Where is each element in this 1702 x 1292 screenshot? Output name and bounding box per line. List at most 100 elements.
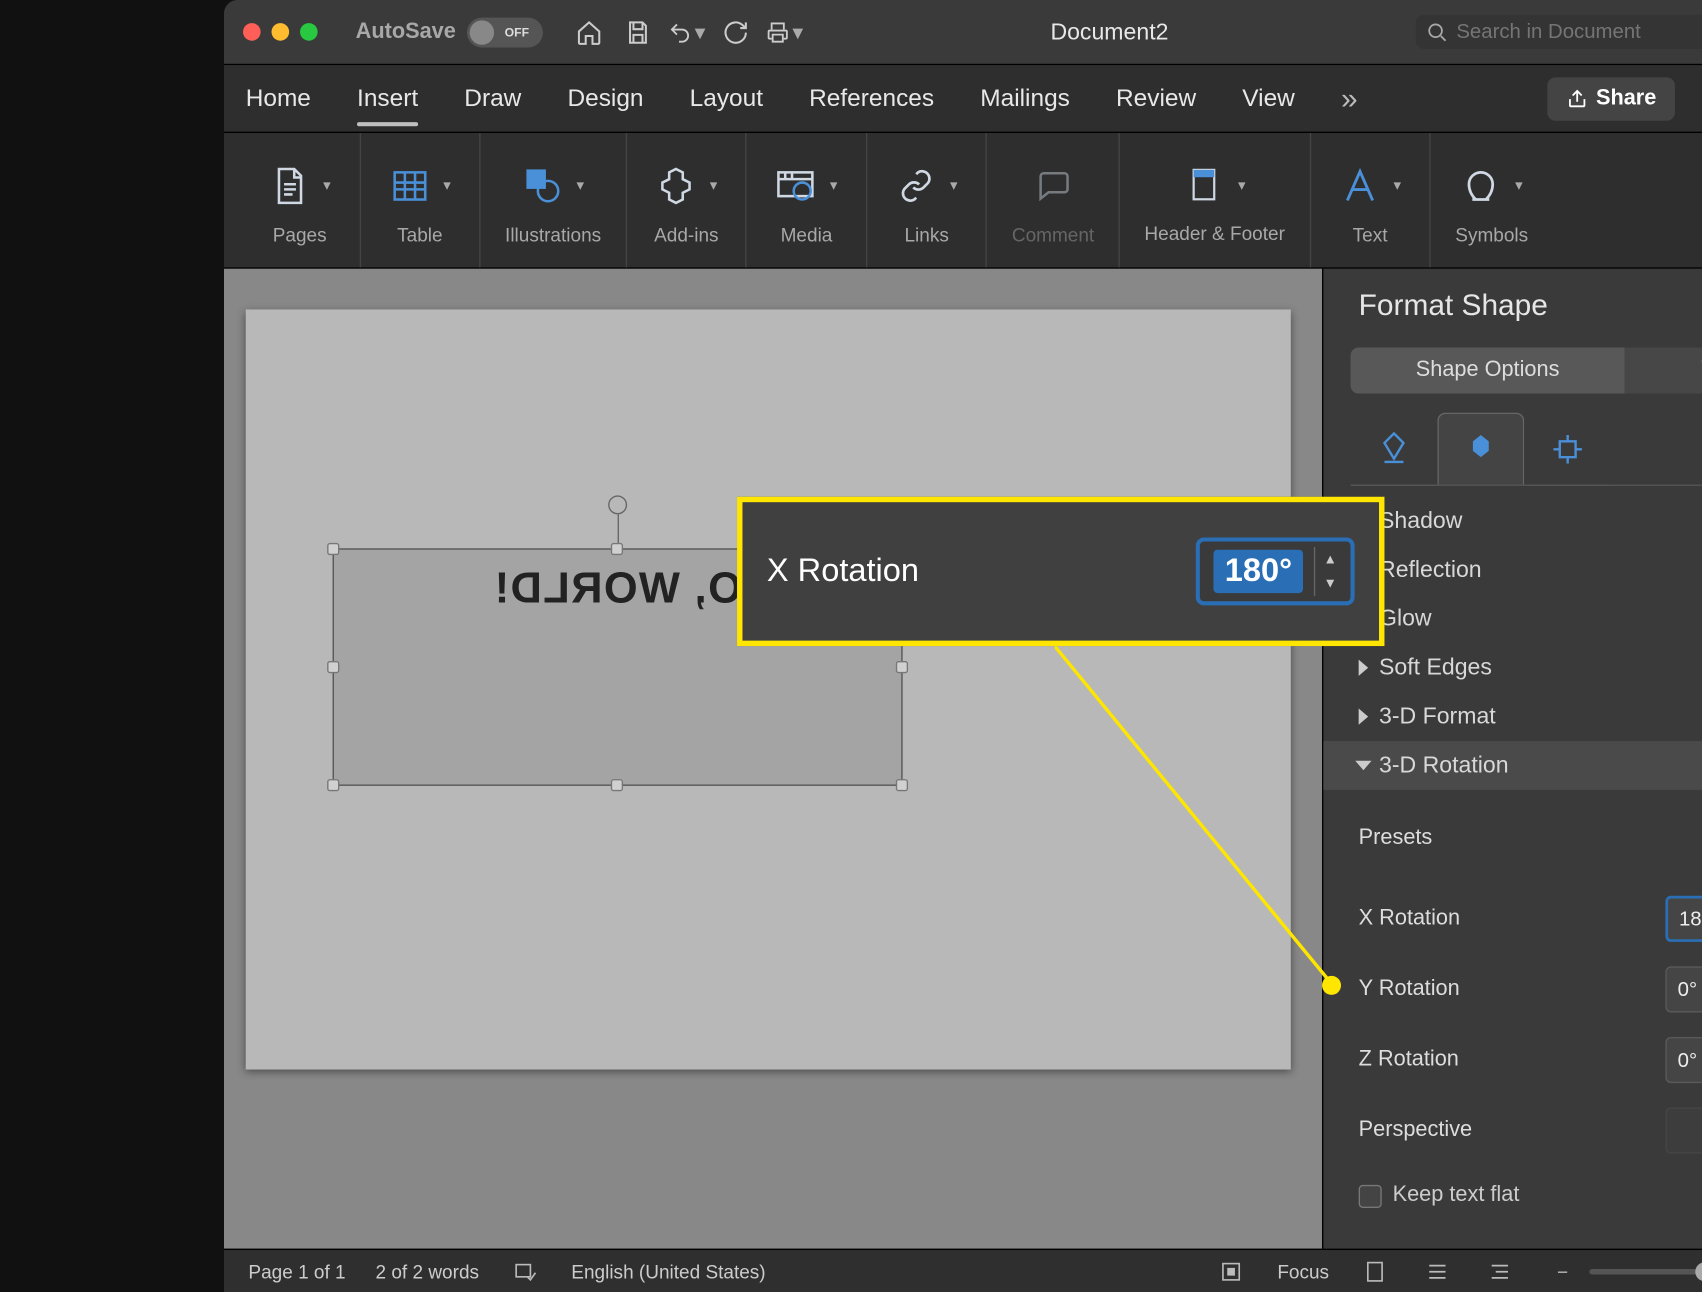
3d-rotation-body: Presets ▾ X Rotation ▲▼ ↺ ↻ [1323,790,1702,1235]
share-label: Share [1596,86,1656,110]
ribbon-group-addins[interactable]: ▾ Add-ins [627,133,747,267]
chevron-down-icon[interactable]: ▾ [319,176,335,194]
ribbon-group-illustrations[interactable]: ▾ Illustrations [481,133,627,267]
resize-handle[interactable] [611,543,623,555]
search-input[interactable] [1456,20,1702,43]
stepper-down-icon[interactable]: ▼ [1315,571,1345,595]
callout-x-rotation: X Rotation 180° ▲▼ [737,497,1384,646]
zoom-slider-track[interactable] [1590,1268,1702,1273]
presets-label: Presets [1359,827,1433,851]
focus-mode-icon[interactable] [1215,1255,1248,1288]
chevron-down-icon[interactable]: ▾ [826,176,842,194]
perspective-input: ▲▼ [1665,1108,1702,1154]
undo-icon[interactable]: ▾ [668,13,706,51]
section-3d-format[interactable]: 3-D Format [1323,692,1702,741]
perspective-row: Perspective ▲▼ ↑ ↓ [1359,1108,1702,1154]
ribbon-group-text[interactable]: ▾ Text [1311,133,1431,267]
section-3d-rotation[interactable]: 3-D Rotation [1323,741,1702,790]
tab-view[interactable]: View [1242,84,1295,113]
tab-home[interactable]: Home [246,84,311,113]
tab-references[interactable]: References [809,84,934,113]
autosave-control[interactable]: AutoSave OFF [356,17,543,47]
repeat-icon[interactable] [716,13,754,51]
tabs-overflow-icon[interactable]: » [1341,81,1358,116]
ribbon-group-media[interactable]: ▾ Media [747,133,867,267]
search-icon [1426,21,1448,43]
chevron-down-icon[interactable]: ▾ [946,176,962,194]
callout-label: X Rotation [767,552,1175,590]
tab-review[interactable]: Review [1116,84,1196,113]
ribbon: ▾ Pages ▾ Table ▾ Illustrations ▾ Add-in… [224,133,1702,269]
callout-endpoint-dot [1322,976,1341,995]
language-indicator[interactable]: English (United States) [571,1260,765,1282]
x-rotation-input[interactable]: ▲▼ [1665,896,1702,942]
shapes-icon [518,161,567,210]
layout-properties-tab[interactable] [1524,413,1611,486]
z-rotation-input[interactable]: ▲▼ [1665,1037,1702,1083]
chevron-down-icon[interactable]: ▾ [439,176,455,194]
home-icon[interactable] [570,13,608,51]
ribbon-group-symbols[interactable]: ▾ Symbols [1431,133,1553,267]
zoom-control[interactable]: − + [1546,1255,1702,1288]
ribbon-group-header-footer[interactable]: ▾ Header & Footer [1120,133,1311,267]
chevron-down-icon[interactable]: ▾ [1389,176,1405,194]
resize-handle[interactable] [327,660,339,672]
link-icon [892,161,941,210]
rotation-handle[interactable] [608,495,627,514]
section-soft-edges[interactable]: Soft Edges [1323,643,1702,692]
zoom-slider-thumb[interactable] [1696,1262,1702,1281]
panel-segment-control[interactable]: Shape Options Text Options [1351,347,1702,393]
text-icon [1335,161,1384,210]
y-rotation-row: Y Rotation ▲▼ ⤴ ⤵ [1359,966,1702,1012]
presets-row: Presets ▾ [1359,806,1702,871]
autosave-toggle[interactable]: OFF [467,17,543,47]
resize-handle[interactable] [896,660,908,672]
resize-handle[interactable] [896,779,908,791]
print-icon[interactable]: ▾ [765,13,803,51]
save-icon[interactable] [619,13,657,51]
page: O, WORLD! [246,309,1291,1069]
stepper-up-icon[interactable]: ▲ [1315,547,1345,571]
zoom-window[interactable] [300,23,318,41]
format-shape-panel: Format Shape ✕ Shape Options Text Option… [1322,269,1702,1249]
resize-handle[interactable] [327,779,339,791]
close-window[interactable] [243,23,261,41]
chevron-down-icon[interactable]: ▾ [706,176,722,194]
zoom-out-icon[interactable]: − [1546,1255,1579,1288]
ribbon-group-links[interactable]: ▾ Links [867,133,987,267]
keep-text-flat-label: Keep text flat [1393,1184,1520,1208]
shape-options-tab[interactable]: Shape Options [1351,347,1625,393]
view-web-layout-icon[interactable] [1484,1255,1517,1288]
resize-handle[interactable] [327,543,339,555]
page-indicator[interactable]: Page 1 of 1 [248,1260,345,1282]
share-button[interactable]: Share [1547,77,1675,120]
resize-handle[interactable] [611,779,623,791]
chevron-down-icon[interactable]: ▾ [1511,176,1527,194]
callout-spinner: 180° ▲▼ [1196,537,1354,605]
chevron-down-icon[interactable]: ▾ [1234,176,1250,194]
ribbon-group-table[interactable]: ▾ Table [360,133,480,267]
ribbon-tabs: Home Insert Draw Design Layout Reference… [224,65,1702,133]
effects-tab[interactable] [1437,413,1524,486]
tab-design[interactable]: Design [567,84,643,113]
spellcheck-icon[interactable] [509,1255,542,1288]
tab-draw[interactable]: Draw [464,84,521,113]
tab-insert[interactable]: Insert [357,84,418,113]
y-rotation-input[interactable]: ▲▼ [1665,966,1702,1012]
chevron-down-icon[interactable]: ▾ [572,176,588,194]
focus-label[interactable]: Focus [1277,1260,1329,1282]
minimize-window[interactable] [272,23,290,41]
ribbon-group-pages[interactable]: ▾ Pages [240,133,360,267]
checkbox-box[interactable] [1359,1184,1382,1207]
document-canvas[interactable]: O, WORLD! [224,269,1322,1249]
view-outline-icon[interactable] [1421,1255,1454,1288]
word-count[interactable]: 2 of 2 words [376,1260,480,1282]
view-print-layout-icon[interactable] [1359,1255,1392,1288]
keep-text-flat-checkbox[interactable]: Keep text flat [1359,1178,1702,1208]
search-box[interactable] [1416,15,1702,49]
tab-mailings[interactable]: Mailings [980,84,1070,113]
tab-layout[interactable]: Layout [690,84,763,113]
share-icon [1566,88,1588,110]
fill-line-tab[interactable] [1351,413,1438,486]
text-options-tab[interactable]: Text Options [1625,347,1702,393]
